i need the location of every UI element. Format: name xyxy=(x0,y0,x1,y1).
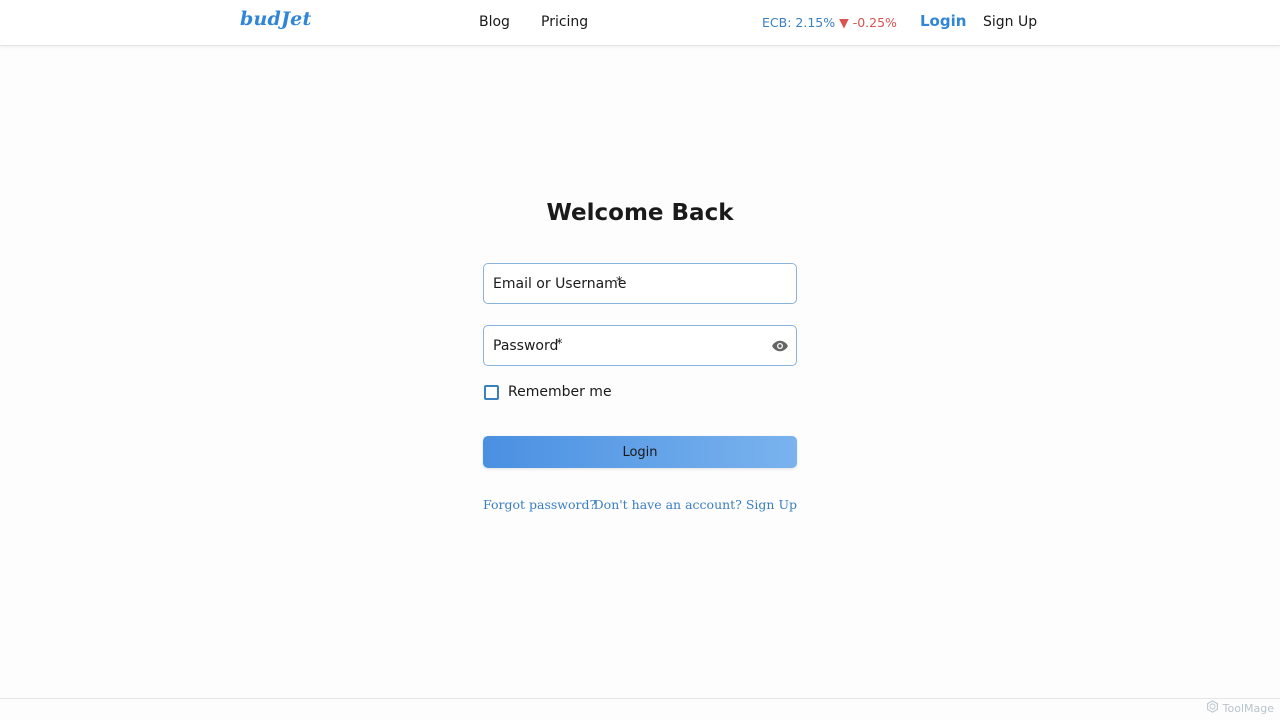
toolmage-logo-icon xyxy=(1206,700,1219,716)
nav-blog-link[interactable]: Blog xyxy=(479,14,510,30)
page-title: Welcome Back xyxy=(546,200,734,226)
password-input[interactable] xyxy=(484,326,796,365)
remember-me-label: Remember me xyxy=(508,384,612,400)
password-field-wrapper: * xyxy=(483,325,797,366)
ecb-rate-change: -0.25% xyxy=(852,15,897,30)
nav-signup-link[interactable]: Sign Up xyxy=(983,14,1037,30)
ecb-rate-indicator: ECB: 2.15% ▼ -0.25% xyxy=(762,15,897,30)
logo[interactable]: budJet xyxy=(240,8,311,30)
login-button[interactable]: Login xyxy=(483,436,797,468)
eye-icon[interactable] xyxy=(770,337,790,355)
down-arrow-icon: ▼ xyxy=(839,15,849,30)
remember-me-checkbox[interactable] xyxy=(484,385,499,400)
nav-pricing-link[interactable]: Pricing xyxy=(541,14,588,30)
nav-login-link[interactable]: Login xyxy=(920,12,966,30)
watermark-text: ToolMage xyxy=(1222,701,1274,715)
email-field-wrapper: * xyxy=(483,263,797,304)
ecb-rate-label: ECB: 2.15% xyxy=(762,15,836,30)
email-input[interactable] xyxy=(484,264,796,303)
footer-divider xyxy=(0,698,1280,699)
signup-link[interactable]: Don't have an account? Sign Up xyxy=(594,497,797,512)
watermark: ToolMage xyxy=(1206,700,1274,716)
navbar: budJet Blog Pricing ECB: 2.15% ▼ -0.25% … xyxy=(0,0,1280,46)
forgot-password-link[interactable]: Forgot password? xyxy=(483,497,596,512)
